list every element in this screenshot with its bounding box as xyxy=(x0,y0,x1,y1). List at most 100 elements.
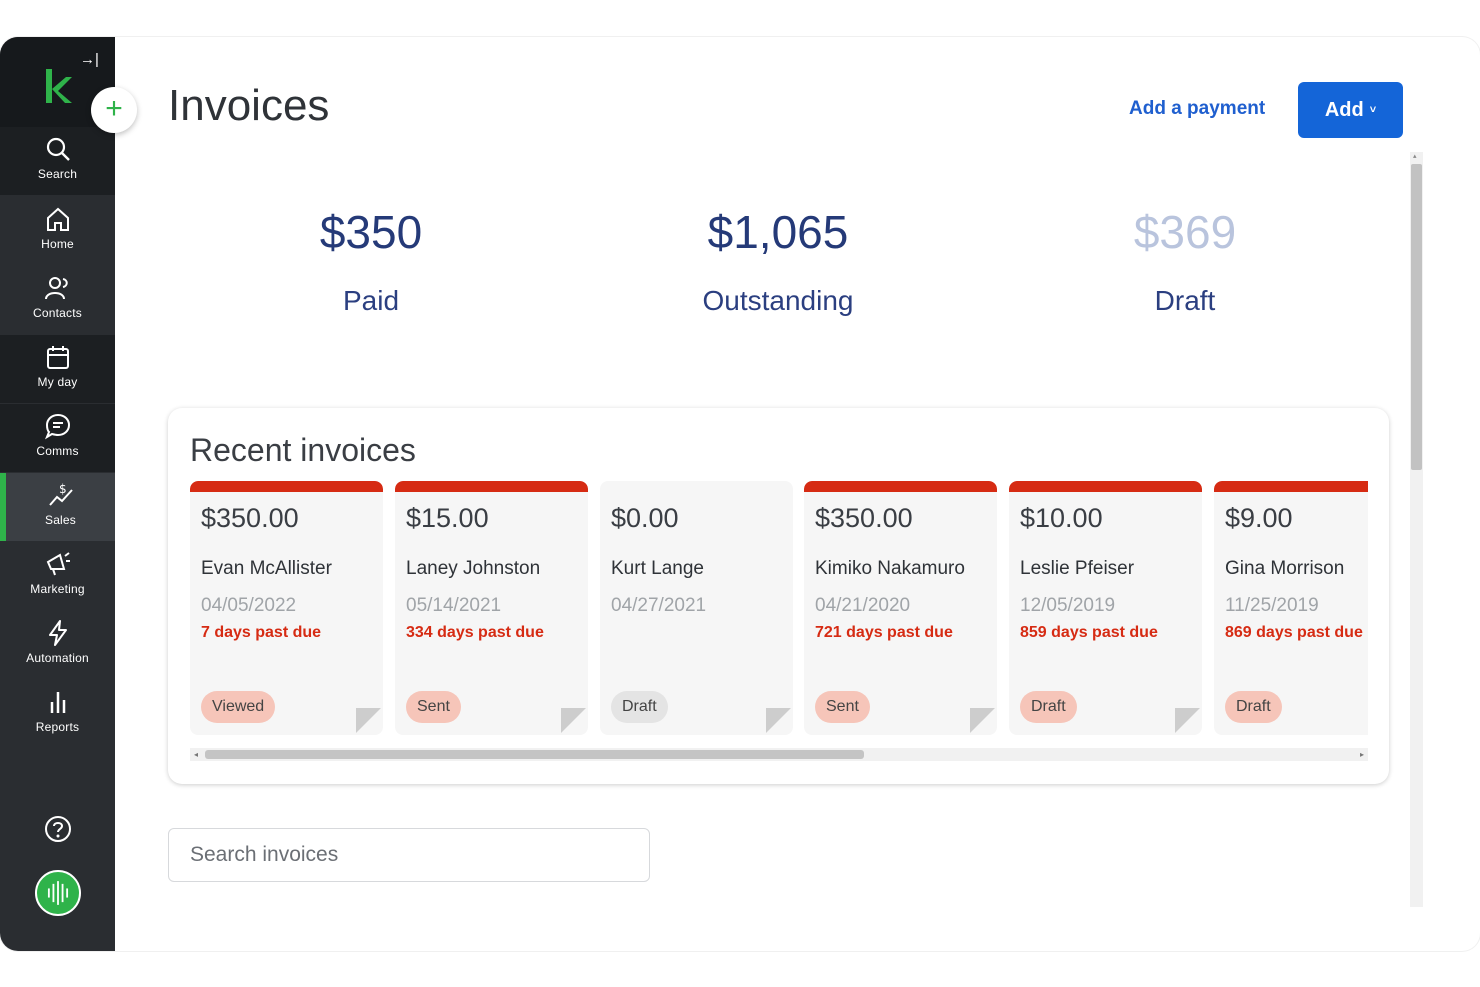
k-logo-icon[interactable] xyxy=(44,67,72,105)
sidebar-item-search[interactable]: Search xyxy=(0,127,115,195)
overdue-bar xyxy=(1009,481,1202,492)
draft-amount: $369 xyxy=(1133,206,1237,258)
search-placeholder: Search invoices xyxy=(190,843,339,866)
add-button-label: Add xyxy=(1324,98,1364,121)
chat-icon xyxy=(44,413,70,440)
page-fold-icon xyxy=(1175,708,1200,733)
status-badge: Viewed xyxy=(201,691,276,723)
sidebar-item-home[interactable]: Home xyxy=(0,197,115,265)
plus-icon: + xyxy=(105,92,123,125)
page-fold-icon xyxy=(561,708,586,733)
search-icon xyxy=(46,137,70,161)
invoice-date: 04/27/2021 xyxy=(611,595,707,616)
invoice-amount: $15.00 xyxy=(406,503,489,533)
invoice-card[interactable]: $10.00 Leslie Pfeiser 12/05/2019 859 day… xyxy=(1009,481,1202,735)
status-badge: Draft xyxy=(1225,691,1282,723)
lightning-icon xyxy=(48,620,67,646)
status-badge: Draft xyxy=(611,691,668,723)
calendar-icon xyxy=(46,346,69,369)
paid-label: Paid xyxy=(342,285,400,316)
status-badge: Sent xyxy=(406,691,461,723)
invoice-contact: Kimiko Nakamuro xyxy=(815,558,965,579)
help-icon[interactable] xyxy=(44,815,72,843)
sidebar-item-my-day[interactable]: My day xyxy=(0,335,115,403)
collapse-sidebar-icon[interactable]: →| xyxy=(80,51,99,68)
avatar-soundwave-icon xyxy=(47,881,69,905)
scrollbar-thumb[interactable] xyxy=(205,750,864,759)
sidebar-item-label: Contacts xyxy=(33,306,82,320)
home-icon xyxy=(46,207,69,231)
sidebar-item-sales[interactable]: $ Sales xyxy=(0,473,115,541)
invoice-amount: $350.00 xyxy=(815,503,913,533)
invoice-card[interactable]: $0.00 Kurt Lange 04/27/2021 Draft xyxy=(600,481,793,735)
sidebar-item-reports[interactable]: Reports xyxy=(0,680,115,748)
invoice-past-due: 721 days past due xyxy=(815,624,953,641)
status-badge: Draft xyxy=(1020,691,1077,723)
invoice-date: 11/25/2019 xyxy=(1225,595,1319,616)
recent-invoices-title: Recent invoices xyxy=(190,432,416,468)
sidebar-item-label: Comms xyxy=(36,444,79,458)
contacts-icon xyxy=(44,277,68,300)
horizontal-scrollbar[interactable]: ◂ ▸ xyxy=(190,748,1368,761)
invoice-amount: $350.00 xyxy=(201,503,299,533)
paid-amount: $350 xyxy=(319,206,423,258)
sidebar-item-label: Automation xyxy=(26,651,89,665)
sidebar-item-label: Home xyxy=(41,237,74,251)
overdue-bar xyxy=(395,481,588,492)
scroll-left-arrow-icon[interactable]: ◂ xyxy=(194,748,198,761)
sidebar-item-marketing[interactable]: Marketing xyxy=(0,542,115,610)
search-invoices-input[interactable]: Search invoices xyxy=(168,828,650,882)
page-fold-icon xyxy=(970,708,995,733)
app-window: →| Search Home Contacts My day Comms $ S… xyxy=(0,37,1480,951)
bar-chart-icon xyxy=(50,692,65,713)
invoice-date: 12/05/2019 xyxy=(1020,595,1116,616)
scroll-up-arrow-icon[interactable]: ▴ xyxy=(1413,152,1417,160)
overdue-bar xyxy=(804,481,997,492)
invoice-date: 05/14/2021 xyxy=(406,595,502,616)
invoice-card[interactable]: $350.00 Kimiko Nakamuro 04/21/2020 721 d… xyxy=(804,481,997,735)
scroll-right-arrow-icon[interactable]: ▸ xyxy=(1360,748,1364,761)
invoice-past-due: 869 days past due xyxy=(1225,624,1363,641)
outstanding-amount: $1,065 xyxy=(707,206,849,258)
sidebar-item-label: Marketing xyxy=(30,582,85,596)
invoice-contact: Gina Morrison xyxy=(1225,558,1345,579)
invoice-card[interactable]: $9.00 Gina Morrison 11/25/2019 869 days … xyxy=(1214,481,1368,735)
sidebar-item-comms[interactable]: Comms xyxy=(0,404,115,472)
add-payment-link[interactable]: Add a payment xyxy=(1129,98,1265,120)
draft-summary[interactable]: $369 Draft xyxy=(1065,205,1305,317)
avatar[interactable] xyxy=(35,870,81,916)
invoice-card[interactable]: $15.00 Laney Johnston 05/14/2021 334 day… xyxy=(395,481,588,735)
sales-icon: $ xyxy=(48,482,73,506)
invoice-card-carousel: $350.00 Evan McAllister 04/05/2022 7 day… xyxy=(190,481,1368,735)
outstanding-summary[interactable]: $1,065 Outstanding xyxy=(658,205,898,317)
draft-label: Draft xyxy=(1154,285,1216,316)
invoice-past-due: 7 days past due xyxy=(201,624,322,641)
invoice-past-due: 334 days past due xyxy=(406,624,544,641)
scrollbar-thumb[interactable] xyxy=(1411,164,1422,470)
page-title: Invoices xyxy=(168,81,330,130)
invoice-card[interactable]: $350.00 Evan McAllister 04/05/2022 7 day… xyxy=(190,481,383,735)
add-button[interactable]: Add ˅ xyxy=(1298,82,1403,138)
sidebar-item-label: Search xyxy=(37,167,78,181)
sidebar-item-label: Sales xyxy=(44,513,77,527)
sidebar-item-label: Reports xyxy=(35,720,80,734)
megaphone-icon xyxy=(46,552,70,576)
page-fold-icon xyxy=(766,708,791,733)
overdue-bar xyxy=(190,481,383,492)
sidebar-item-label: My day xyxy=(37,375,78,389)
invoice-contact: Leslie Pfeiser xyxy=(1020,558,1135,579)
quick-add-button[interactable]: + xyxy=(91,87,137,133)
paid-summary[interactable]: $350 Paid xyxy=(251,205,491,317)
invoice-date: 04/05/2022 xyxy=(201,595,297,616)
overdue-bar xyxy=(1214,481,1368,492)
vertical-scrollbar[interactable]: ▴ xyxy=(1410,152,1423,907)
page-fold-icon xyxy=(356,708,381,733)
invoice-date: 04/21/2020 xyxy=(815,595,911,616)
invoice-contact: Laney Johnston xyxy=(406,558,541,579)
invoice-contact: Kurt Lange xyxy=(611,558,704,579)
sidebar-item-automation[interactable]: Automation xyxy=(0,611,115,679)
invoice-amount: $0.00 xyxy=(611,503,679,533)
sidebar-item-contacts[interactable]: Contacts xyxy=(0,266,115,334)
outstanding-label: Outstanding xyxy=(702,285,854,316)
chevron-down-icon: ˅ xyxy=(1369,104,1377,116)
